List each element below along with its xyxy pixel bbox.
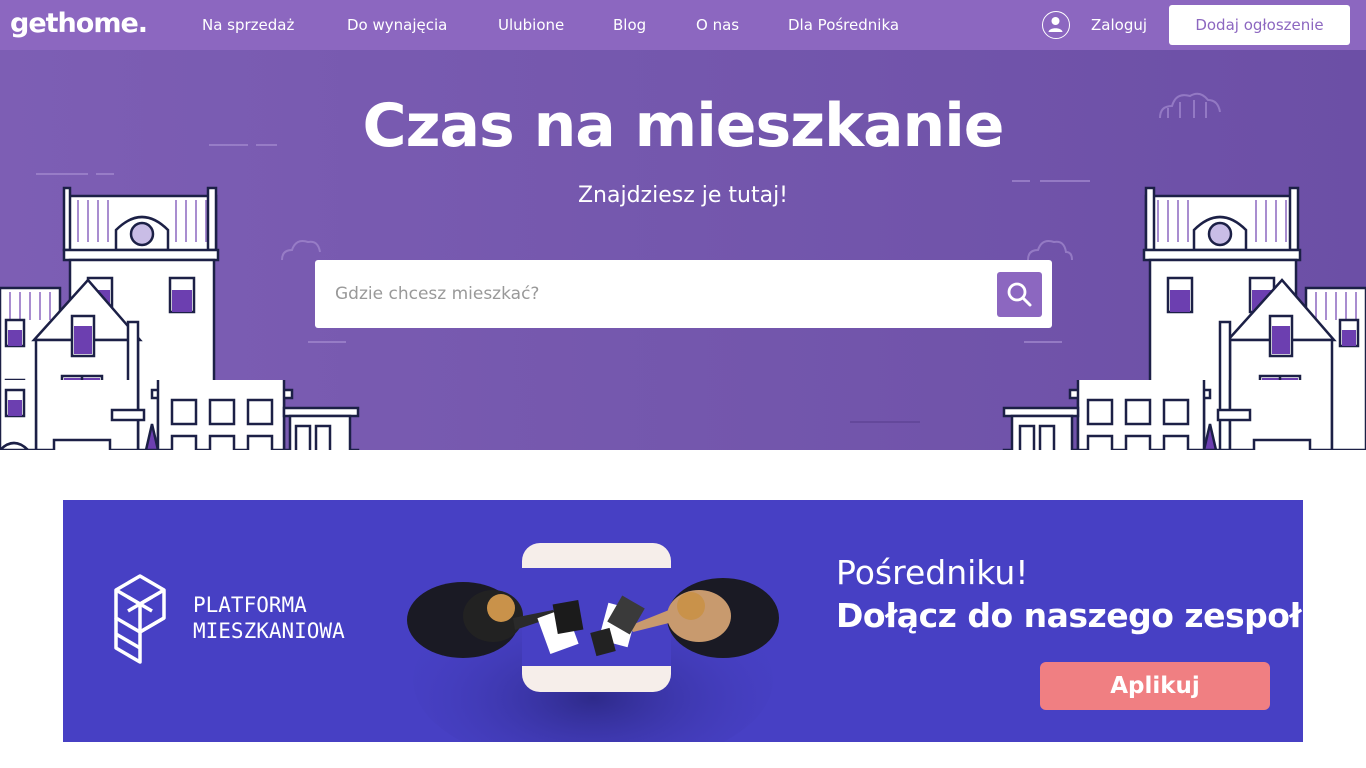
- search-icon: [997, 272, 1042, 317]
- wordmark-line-2: MIESZKANIOWA: [193, 618, 345, 644]
- nav-item-for-rent[interactable]: Do wynajęcia: [347, 15, 447, 35]
- left-buildings-lower-illustration: [0, 380, 370, 450]
- right-buildings-lower-illustration: [1000, 380, 1366, 450]
- agent-recruitment-banner[interactable]: PLATFORMA MIESZKANIOWA Pośredniku! Dołąc…: [63, 500, 1303, 742]
- location-search-input[interactable]: [335, 260, 995, 328]
- site-logo[interactable]: gethome.: [10, 6, 147, 42]
- banner-subtitle: Pośredniku!: [836, 552, 1029, 594]
- hero-section: Czas na mieszkanie Znajdziesz je tutaj!: [0, 50, 1366, 450]
- nav-item-blog[interactable]: Blog: [613, 15, 646, 35]
- nav-item-about[interactable]: O nas: [696, 15, 739, 35]
- top-navbar: gethome. Na sprzedaż Do wynajęcia Ulubio…: [0, 0, 1366, 50]
- nav-item-for-sale[interactable]: Na sprzedaż: [202, 15, 294, 35]
- hero-title: Czas na mieszkanie: [0, 88, 1366, 164]
- nav-item-favorites[interactable]: Ulubione: [498, 15, 564, 35]
- search-button[interactable]: [997, 272, 1042, 317]
- login-link[interactable]: Zaloguj: [1091, 15, 1147, 35]
- wordmark-line-1: PLATFORMA: [193, 592, 345, 618]
- user-icon[interactable]: [1042, 11, 1070, 39]
- nav-item-for-agents[interactable]: Dla Pośrednika: [788, 15, 899, 35]
- meeting-photo: [403, 540, 783, 742]
- apply-button[interactable]: Aplikuj: [1040, 662, 1270, 710]
- platforma-mieszkaniowa-wordmark: PLATFORMA MIESZKANIOWA: [193, 592, 345, 644]
- add-listing-button[interactable]: Dodaj ogłoszenie: [1169, 5, 1350, 45]
- banner-title: Dołącz do naszego zespołu!: [836, 595, 1303, 637]
- hero-subtitle: Znajdziesz je tutaj!: [0, 181, 1366, 211]
- platforma-mieszkaniowa-logo-icon: [108, 572, 172, 672]
- search-box: [315, 260, 1052, 328]
